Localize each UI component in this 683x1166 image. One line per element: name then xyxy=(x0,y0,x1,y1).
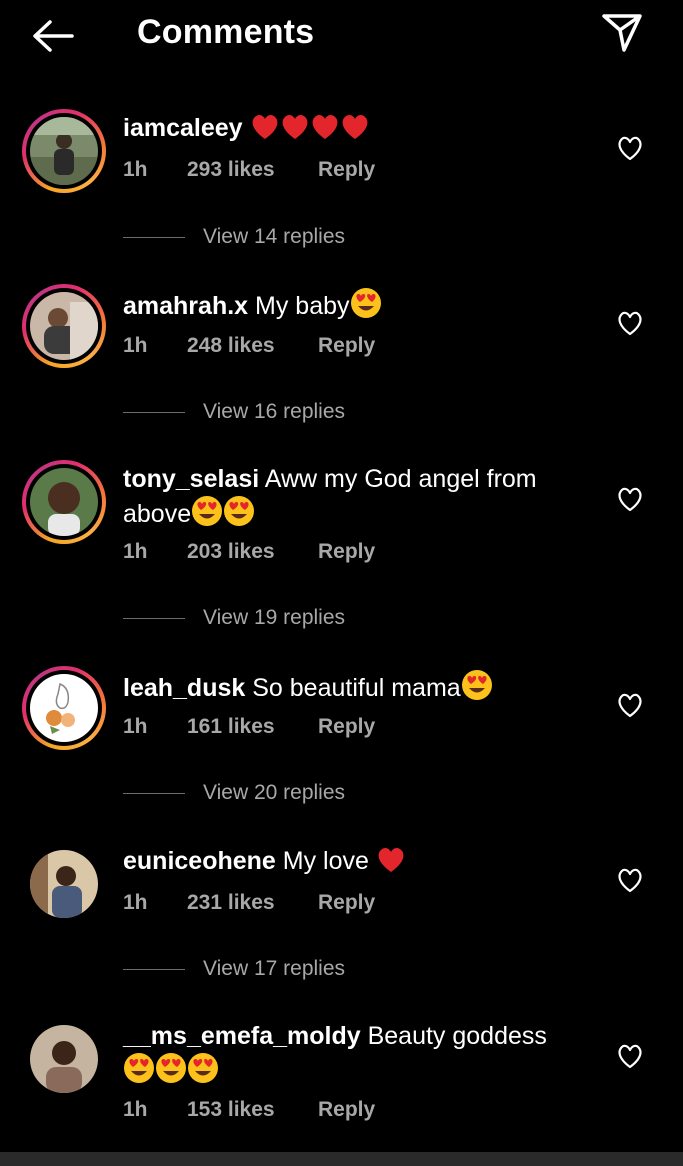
likes-count[interactable]: 203 likes xyxy=(187,540,275,564)
timestamp: 1h xyxy=(123,540,148,563)
timestamp: 1h xyxy=(123,891,148,914)
heart-emoji-icon xyxy=(340,113,370,149)
arrow-left-icon xyxy=(33,20,74,52)
reply-button[interactable]: Reply xyxy=(318,540,375,564)
comment-text: euniceohene My love xyxy=(123,845,573,882)
comment-text: amahrah.x My baby xyxy=(123,287,573,327)
send-icon xyxy=(602,14,642,52)
avatar xyxy=(30,850,98,918)
timestamp: 1h xyxy=(123,715,148,738)
view-replies-label: View 20 replies xyxy=(203,781,346,804)
heart-outline-icon xyxy=(618,136,642,161)
heart-outline-icon xyxy=(618,487,642,512)
comment-text: __ms_emefa_moldy Beauty goddess xyxy=(123,1020,573,1092)
page-title: Comments xyxy=(137,13,315,51)
comment-body: Beauty goddess xyxy=(367,1022,547,1050)
comment-text: iamcaleey xyxy=(123,112,573,149)
view-replies-label: View 17 replies xyxy=(203,957,346,980)
heart-outline-icon xyxy=(618,693,642,718)
avatar xyxy=(30,292,98,360)
like-button[interactable] xyxy=(615,1042,645,1070)
heart-emoji-icon xyxy=(376,846,406,882)
likes-count[interactable]: 231 likes xyxy=(187,891,275,915)
like-button[interactable] xyxy=(615,134,645,162)
like-button[interactable] xyxy=(615,691,645,719)
username[interactable]: tony_selasi xyxy=(123,465,259,493)
reply-button[interactable]: Reply xyxy=(318,334,375,358)
avatar xyxy=(30,117,98,185)
timestamp: 1h xyxy=(123,1098,148,1121)
like-button[interactable] xyxy=(615,485,645,513)
divider xyxy=(123,618,185,619)
reply-button[interactable]: Reply xyxy=(318,715,375,739)
likes-count[interactable]: 293 likes xyxy=(187,158,275,182)
reply-button[interactable]: Reply xyxy=(318,891,375,915)
likes-count[interactable]: 153 likes xyxy=(187,1098,275,1122)
heart-outline-icon xyxy=(618,311,642,336)
heart-outline-icon xyxy=(618,1044,642,1069)
heart-emoji-icon xyxy=(280,113,310,149)
timestamp: 1h xyxy=(123,158,148,181)
reply-button[interactable]: Reply xyxy=(318,1098,375,1122)
bottom-bar xyxy=(0,1152,683,1166)
view-replies-label: View 16 replies xyxy=(203,400,346,423)
like-button[interactable] xyxy=(615,866,645,894)
divider xyxy=(123,237,185,238)
header-bar: Comments xyxy=(0,0,683,70)
comment-text: tony_selasi Aww my God angel from above xyxy=(123,463,573,535)
avatar-frame[interactable] xyxy=(22,1017,106,1101)
story-ring[interactable] xyxy=(22,460,106,544)
back-button[interactable] xyxy=(28,14,78,58)
divider xyxy=(123,969,185,970)
heart-eyes-emoji-icon xyxy=(350,287,382,327)
story-ring[interactable] xyxy=(22,666,106,750)
view-replies-label: View 14 replies xyxy=(203,225,346,248)
username[interactable]: iamcaleey xyxy=(123,114,243,142)
username[interactable]: leah_dusk xyxy=(123,674,245,702)
heart-eyes-emoji-icon xyxy=(223,495,255,535)
story-ring[interactable] xyxy=(22,284,106,368)
avatar-frame[interactable] xyxy=(22,842,106,926)
heart-eyes-emoji-icon xyxy=(187,1052,219,1092)
divider xyxy=(123,793,185,794)
share-button[interactable] xyxy=(598,10,648,54)
username[interactable]: __ms_emefa_moldy xyxy=(123,1022,361,1050)
heart-eyes-emoji-icon xyxy=(123,1052,155,1092)
avatar xyxy=(30,1025,98,1093)
avatar xyxy=(30,674,98,742)
heart-emoji-icon xyxy=(310,113,340,149)
heart-eyes-emoji-icon xyxy=(191,495,223,535)
likes-count[interactable]: 248 likes xyxy=(187,334,275,358)
avatar xyxy=(30,468,98,536)
comment-body: So beautiful mama xyxy=(252,674,461,702)
likes-count[interactable]: 161 likes xyxy=(187,715,275,739)
timestamp: 1h xyxy=(123,334,148,357)
divider xyxy=(123,412,185,413)
view-replies-label: View 19 replies xyxy=(203,606,346,629)
like-button[interactable] xyxy=(615,309,645,337)
username[interactable]: euniceohene xyxy=(123,847,276,875)
comment-body: My baby xyxy=(255,292,350,320)
story-ring[interactable] xyxy=(22,109,106,193)
heart-eyes-emoji-icon xyxy=(461,669,493,709)
heart-emoji-icon xyxy=(250,113,280,149)
heart-eyes-emoji-icon xyxy=(155,1052,187,1092)
comment-body: My love xyxy=(282,847,369,875)
username[interactable]: amahrah.x xyxy=(123,292,248,320)
reply-button[interactable]: Reply xyxy=(318,158,375,182)
heart-outline-icon xyxy=(618,868,642,893)
comment-text: leah_dusk So beautiful mama xyxy=(123,669,573,709)
